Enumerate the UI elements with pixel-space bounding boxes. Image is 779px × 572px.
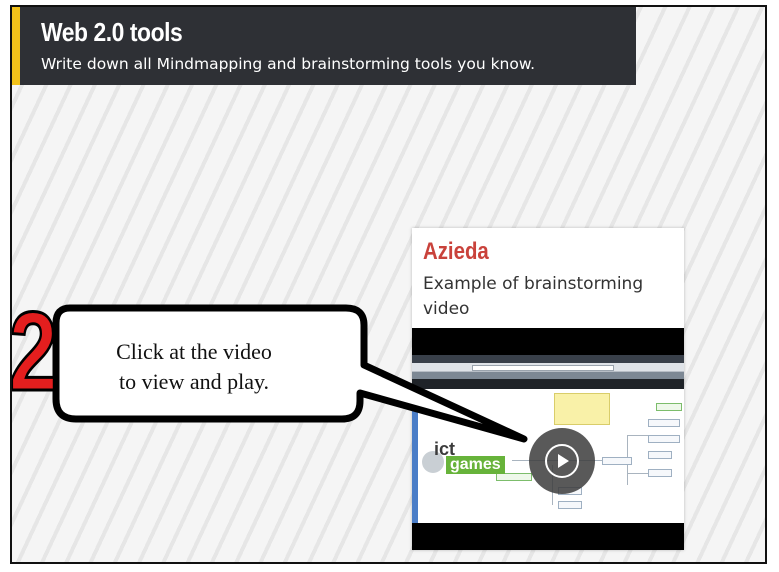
slide-frame: Web 2.0 tools Write down all Mindmapping…: [10, 5, 767, 564]
callout-line-1: Click at the video: [116, 339, 272, 364]
callout-line-2: to view and play.: [118, 369, 270, 394]
callout-text: Click at the video to view and play.: [74, 337, 314, 397]
step-number-2: 2: [12, 290, 57, 415]
callout-graphics: 2: [12, 288, 528, 443]
